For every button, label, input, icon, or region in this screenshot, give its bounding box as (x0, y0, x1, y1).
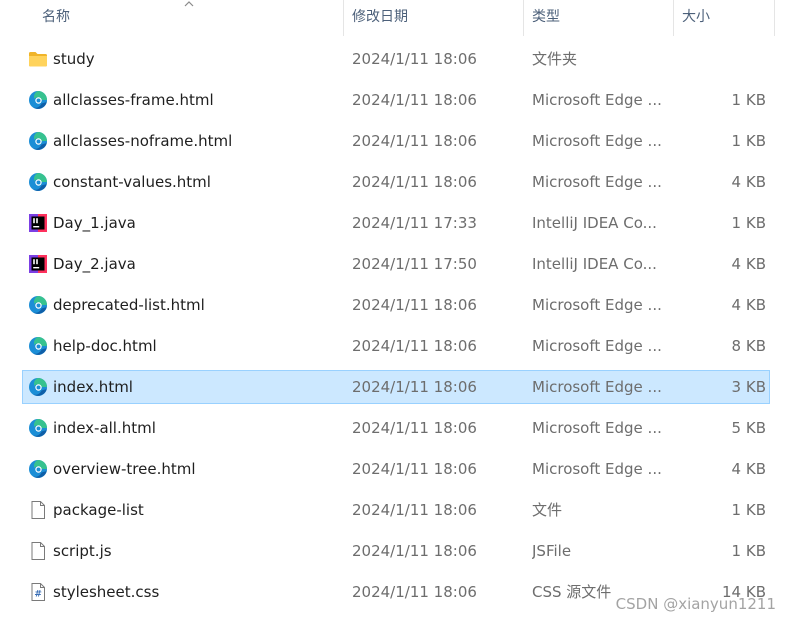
file-size: 8 KB (731, 337, 766, 355)
file-type: Microsoft Edge ... (532, 91, 662, 109)
file-type: JSFile (532, 542, 572, 560)
file-row[interactable]: help-doc.html 2024/1/11 18:06 Microsoft Ed… (22, 329, 770, 363)
file-type: Microsoft Edge ... (532, 173, 662, 191)
file-row[interactable]: index-all.html 2024/1/11 18:06 Microsoft E… (22, 411, 770, 445)
file-size: 4 KB (731, 173, 766, 191)
column-header-type[interactable]: 类型 (524, 0, 674, 36)
file-name: package-list (53, 501, 144, 519)
file-type: Microsoft Edge ... (532, 378, 662, 396)
file-size: 1 KB (731, 91, 766, 109)
file-size: 4 KB (731, 460, 766, 478)
column-header-date-modified[interactable]: 修改日期 (344, 0, 524, 36)
file-name: study (53, 50, 95, 68)
file-row[interactable]: index.html 2024/1/11 18:06 Microsoft Edge … (22, 370, 770, 404)
file-date-modified: 2024/1/11 18:06 (352, 91, 477, 109)
watermark: CSDN @xianyun1211 (615, 595, 776, 613)
file-type: Microsoft Edge ... (532, 460, 662, 478)
edge-icon (28, 459, 48, 479)
file-row[interactable]: constant-values.html 2024/1/11 18:06 Micro… (22, 165, 770, 199)
file-type: Microsoft Edge ... (532, 132, 662, 150)
file-type: IntelliJ IDEA Co... (532, 214, 657, 232)
file-row[interactable]: overview-tree.html 2024/1/11 18:06 Microso… (22, 452, 770, 486)
file-row[interactable]: deprecated-list.html 2024/1/11 18:06 Micro… (22, 288, 770, 322)
file-name: stylesheet.css (53, 583, 160, 601)
edge-icon (28, 172, 48, 192)
file-row[interactable]: Day_2.java 2024/1/11 17:50 IntelliJ IDEA C… (22, 247, 770, 281)
file-name: allclasses-frame.html (53, 91, 214, 109)
file-date-modified: 2024/1/11 18:06 (352, 378, 477, 396)
intellij-icon (28, 213, 48, 233)
edge-icon (28, 90, 48, 110)
blank-file-icon (28, 500, 48, 520)
file-type: Microsoft Edge ... (532, 419, 662, 437)
file-name: deprecated-list.html (53, 296, 205, 314)
file-type: 文件夹 (532, 50, 578, 68)
file-date-modified: 2024/1/11 17:50 (352, 255, 477, 273)
edge-icon (28, 131, 48, 151)
file-type: IntelliJ IDEA Co... (532, 255, 657, 273)
file-name: overview-tree.html (53, 460, 196, 478)
edge-icon (28, 295, 48, 315)
column-header-bar: 名称 修改日期 类型 大小 (0, 0, 790, 36)
file-date-modified: 2024/1/11 17:33 (352, 214, 477, 232)
file-name: index-all.html (53, 419, 156, 437)
intellij-icon (28, 254, 48, 274)
folder-icon (28, 49, 48, 69)
file-size: 5 KB (731, 419, 766, 437)
file-size: 1 KB (731, 542, 766, 560)
file-date-modified: 2024/1/11 18:06 (352, 337, 477, 355)
file-type: Microsoft Edge ... (532, 337, 662, 355)
file-name: Day_2.java (53, 255, 136, 273)
file-row[interactable]: Day_1.java 2024/1/11 17:33 IntelliJ IDEA C… (22, 206, 770, 240)
file-row[interactable]: script.js 2024/1/11 18:06 JSFile 1 KB (22, 534, 770, 568)
file-date-modified: 2024/1/11 18:06 (352, 132, 477, 150)
file-size: 1 KB (731, 132, 766, 150)
file-row[interactable]: allclasses-noframe.html 2024/1/11 18:06 Mi… (22, 124, 770, 158)
file-date-modified: 2024/1/11 18:06 (352, 460, 477, 478)
file-row[interactable]: study 2024/1/11 18:06 文件夹 (22, 42, 770, 76)
file-date-modified: 2024/1/11 18:06 (352, 419, 477, 437)
blank-file-icon (28, 541, 48, 561)
file-row[interactable]: package-list 2024/1/11 18:06 文件 1 KB (22, 493, 770, 527)
file-name: allclasses-noframe.html (53, 132, 233, 150)
css-file-icon: # (28, 582, 48, 602)
file-name: script.js (53, 542, 112, 560)
column-header-name[interactable]: 名称 (34, 0, 344, 36)
file-size: 4 KB (731, 255, 766, 273)
file-type: 文件 (532, 501, 563, 519)
file-date-modified: 2024/1/11 18:06 (352, 501, 477, 519)
file-name: help-doc.html (53, 337, 157, 355)
edge-icon (28, 336, 48, 356)
file-size: 1 KB (731, 501, 766, 519)
file-date-modified: 2024/1/11 18:06 (352, 50, 477, 68)
edge-icon (28, 418, 48, 438)
column-header-size[interactable]: 大小 (674, 0, 775, 36)
file-name: index.html (53, 378, 133, 396)
file-type: Microsoft Edge ... (532, 296, 662, 314)
file-date-modified: 2024/1/11 18:06 (352, 583, 477, 601)
file-date-modified: 2024/1/11 18:06 (352, 296, 477, 314)
edge-icon (28, 377, 48, 397)
svg-text:#: # (34, 590, 42, 600)
file-name: constant-values.html (53, 173, 211, 191)
file-date-modified: 2024/1/11 18:06 (352, 173, 477, 191)
file-date-modified: 2024/1/11 18:06 (352, 542, 477, 560)
file-size: 4 KB (731, 296, 766, 314)
file-row[interactable]: allclasses-frame.html 2024/1/11 18:06 Micr… (22, 83, 770, 117)
file-size: 1 KB (731, 214, 766, 232)
file-name: Day_1.java (53, 214, 136, 232)
file-size (677, 43, 766, 75)
file-size: 3 KB (731, 378, 766, 396)
